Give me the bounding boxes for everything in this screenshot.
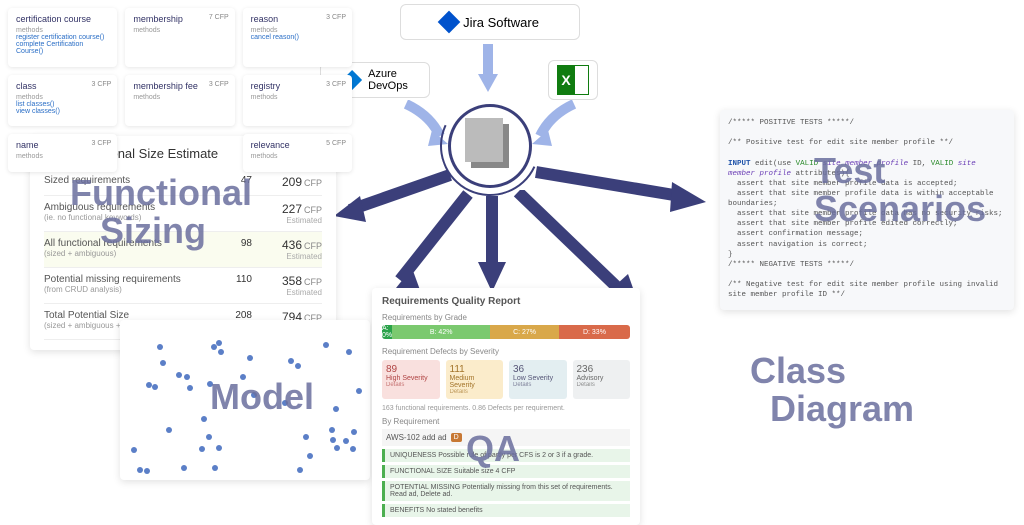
qa-summary: 163 functional requirements. 0.86 Defect… [382,405,630,412]
test-line: /***** NEGATIVE TESTS *****/ [728,260,1006,270]
grade-badge: D [451,433,462,442]
severity-box: 236AdvisoryDetails [573,360,631,399]
qa-finding: POTENTIAL MISSING Potentially missing fr… [382,481,630,501]
qa-byreq: By Requirement [382,417,630,426]
qa-title: Requirements Quality Report [382,296,630,307]
jira-icon [438,11,461,34]
qa-finding: UNIQUENESS Possible rule of partly per C… [382,449,630,462]
class-box: class3 CFPmethodslist classes()view clas… [8,75,117,127]
sizing-row: Sized requirements 47 209CFP [44,169,322,196]
class-box: relevance5 CFPmethods [243,134,352,172]
sizing-row: Potential missing requirements(from CRUD… [44,268,322,304]
qa-defects-title: Requirement Defects by Severity [382,347,630,356]
excel-source: X [548,60,598,100]
class-box: registry3 CFPmethods [243,75,352,127]
qa-finding: FUNCTIONAL SIZE Suitable size 4 CFP [382,465,630,478]
severity-box: 89High SeverityDetails [382,360,440,399]
grade-bar: A: 0%B: 42%C: 27%D: 33% [382,325,630,339]
qa-finding: BENEFITS No stated benefits [382,504,630,517]
severity-box: 36Low SeverityDetails [509,360,567,399]
model-card [120,320,370,480]
excel-icon: X [557,65,589,95]
jira-label: Jira Software [463,15,539,30]
qa-grade-title: Requirements by Grade [382,313,630,322]
test-line: /***** POSITIVE TESTS *****/ [728,118,1006,128]
class-box: certification coursemethodsregister cert… [8,8,117,67]
jira-source: Jira Software [400,4,580,40]
class-box: membership fee3 CFPmethods [125,75,234,127]
label-class-diagram: Class Diagram [750,352,914,428]
test-line: /** Positive test for edit site member p… [728,138,1006,148]
requirement-header: AWS-102 add ad D [382,429,630,446]
hub-icon [448,104,532,188]
arrow-icon [530,166,710,226]
test-scenarios-card: /***** POSITIVE TESTS *****/ /** Positiv… [720,110,1014,310]
class-box: reason3 CFPmethodscancel reason() [243,8,352,67]
class-box: name3 CFPmethods [8,134,117,172]
sizing-row: Ambiguous requirements(ie. no functional… [44,196,322,232]
severity-box: 111Medium SeverityDetails [446,360,504,399]
req-id: AWS-102 add ad [386,433,447,442]
arrow-icon [478,44,498,94]
sizing-row: All functional requirements(sized + ambi… [44,232,322,268]
qa-card: Requirements Quality Report Requirements… [372,288,640,525]
azure-label: AzureDevOps [368,68,408,92]
test-line: /** Negative test for edit site member p… [728,280,1006,300]
class-box: membership7 CFPmethods [125,8,234,67]
